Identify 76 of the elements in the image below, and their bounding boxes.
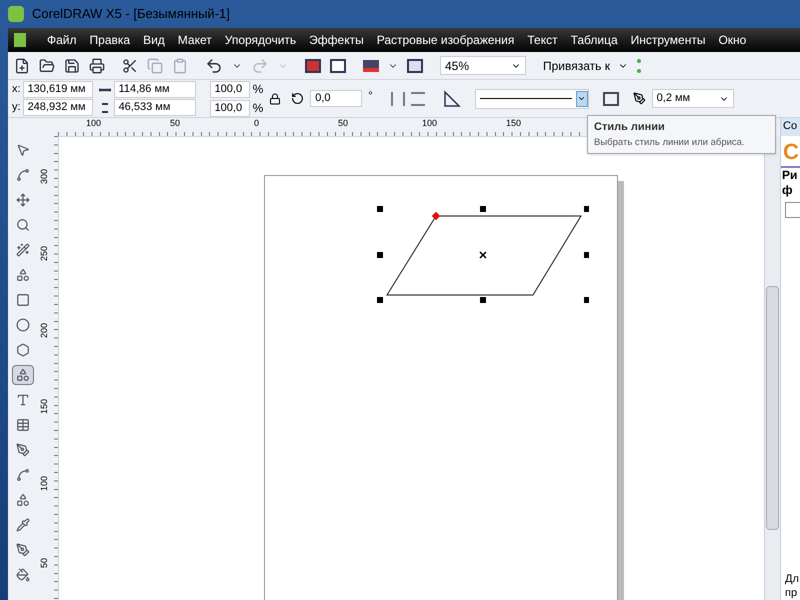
caret-icon [577,94,586,103]
fill-icon [16,568,30,582]
rectangle-icon [16,293,30,307]
menu-item[interactable]: Таблица [570,31,618,49]
docker-icon [785,202,800,218]
pen-icon[interactable] [632,92,646,105]
corner-icon[interactable] [442,90,461,108]
ruler-label: 100 [422,118,438,128]
vertical-scrollbar[interactable] [764,136,780,600]
y-label: y: [12,100,21,116]
docker-text: ф [781,183,794,198]
menu-item[interactable]: Текст [527,31,558,49]
document-icon [14,33,26,47]
ruler-label: 100 [39,478,49,491]
docker-text: Ри [781,168,798,183]
rotate-icon[interactable] [291,92,304,105]
docker-text: Дл [784,572,800,586]
cut-icon[interactable] [122,58,138,74]
ruler-label: 100 [86,118,102,128]
menu-item[interactable]: Инструменты [630,31,706,49]
app-logo-icon [8,6,24,22]
snap-dropdown[interactable]: Привязать к [543,56,628,74]
y-position-field[interactable]: 248,932 мм [22,99,93,116]
outline-pen-icon [16,543,30,557]
zoom-dropdown[interactable]: 45% [440,56,526,75]
save-icon[interactable] [64,58,80,74]
ruler-label: 250 [39,248,49,261]
polygon-icon [16,343,30,357]
ruler-label: 200 [39,326,49,338]
menu-item[interactable]: Окно [718,31,746,49]
dropdown-arrow-button[interactable] [576,90,588,106]
menu-item[interactable]: Правка [90,31,130,49]
menu-item[interactable]: Упорядочить [224,31,296,49]
scale-x-field[interactable]: 100,0 [210,80,250,98]
shapes-icon [16,368,30,382]
menu-item[interactable]: Растровые изображения [376,31,514,49]
tooltip-text: Выбрать стиль линии или абриса. [594,136,746,150]
docker-heading: С [781,138,800,168]
window-title: CorelDRAW X5 - [Безымянный-1] [32,5,230,24]
outline-width-dropdown[interactable]: 0,2 мм [652,89,734,108]
ruler-label: 150 [506,118,522,128]
scale-y-field[interactable]: 100,0 [210,100,250,116]
rotation-field[interactable]: 0,0 [310,90,362,107]
pointer-icon [16,143,30,157]
menu-item[interactable]: Вид [143,31,165,49]
width-field[interactable]: 114,86 мм [114,81,196,98]
menu-item[interactable]: Файл [47,31,77,49]
degree-label: ° [368,89,373,104]
docker-text: пр [784,586,798,600]
percent-label: % [252,81,264,98]
ruler-label: 50 [39,556,49,568]
lock-icon[interactable] [269,92,282,104]
undo-icon[interactable] [205,56,223,74]
line-style-dropdown[interactable] [474,88,589,108]
parallelogram-drawing[interactable] [375,205,589,303]
ruler-label: 0 [254,118,260,128]
tooltip-title: Стиль линии [594,120,666,135]
menu-item[interactable]: Макет [178,31,212,49]
print-icon[interactable] [89,58,105,74]
height-field[interactable]: 46,533 мм [114,99,196,116]
ruler-label: 50 [338,118,348,128]
zoom-icon [16,218,30,232]
percent-label: % [252,100,264,117]
eyedropper-icon [16,518,30,532]
new-document-icon[interactable] [14,58,30,74]
docker-tab[interactable]: Co [781,118,800,136]
shape-icon [16,168,30,182]
x-label: x: [12,82,21,98]
menu-item[interactable]: Эффекты [309,31,364,49]
ellipse-icon [16,318,30,332]
x-position-field[interactable]: 130,619 мм [22,81,93,98]
ruler-label: 50 [170,118,180,128]
text-icon [16,393,30,407]
tool-button[interactable] [12,365,34,385]
table-icon [16,418,30,432]
open-icon[interactable] [39,58,55,74]
